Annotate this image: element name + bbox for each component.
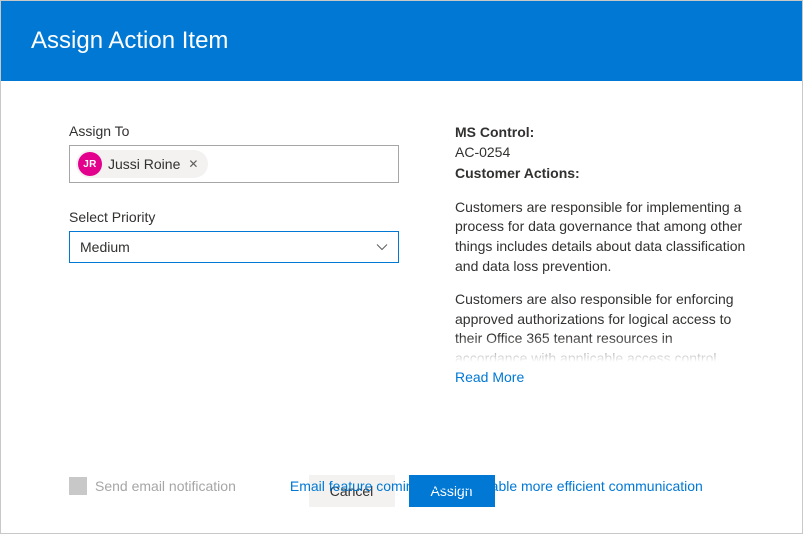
read-more-link[interactable]: Read More [455,368,524,388]
person-name: Jussi Roine [108,156,180,172]
email-checkbox-label: Send email notification [95,478,236,494]
remove-person-icon[interactable]: ✕ [186,157,200,171]
dialog-title: Assign Action Item [31,27,228,54]
assign-to-field: Assign To JR Jussi Roine ✕ [69,123,399,183]
ms-control-label: MS Control: [455,124,534,140]
person-chip[interactable]: JR Jussi Roine ✕ [76,150,208,178]
email-checkbox [69,477,87,495]
priority-field: Select Priority Medium [69,209,399,263]
priority-value: Medium [80,239,130,255]
customer-actions-paragraph-1: Customers are responsible for implementi… [455,198,746,276]
email-feature-note: Email feature coming soon to enable more… [290,478,703,494]
avatar: JR [78,152,102,176]
assign-action-item-dialog: Assign Action Item Assign To JR Jussi Ro… [0,0,803,534]
ms-control-value: AC-0254 [455,143,746,163]
right-column: MS Control: AC-0254 Customer Actions: Cu… [455,123,746,457]
priority-label: Select Priority [69,209,399,225]
dialog-header: Assign Action Item [1,1,802,81]
left-column: Assign To JR Jussi Roine ✕ Select Priori… [69,123,399,457]
assign-to-label: Assign To [69,123,399,139]
customer-actions-label: Customer Actions: [455,165,580,181]
customer-actions-paragraph-2: Customers are also responsible for enfor… [455,290,746,362]
assign-to-input[interactable]: JR Jussi Roine ✕ [69,145,399,183]
dialog-footer: Cancel Assign [1,457,802,533]
priority-select[interactable]: Medium [69,231,399,263]
email-notification-row: Send email notification Email feature co… [69,477,746,495]
chevron-down-icon [376,241,388,253]
dialog-content: Assign To JR Jussi Roine ✕ Select Priori… [1,81,802,457]
customer-actions-paragraph-2-container: Customers are also responsible for enfor… [455,290,746,362]
ms-control-row: MS Control: [455,123,746,143]
